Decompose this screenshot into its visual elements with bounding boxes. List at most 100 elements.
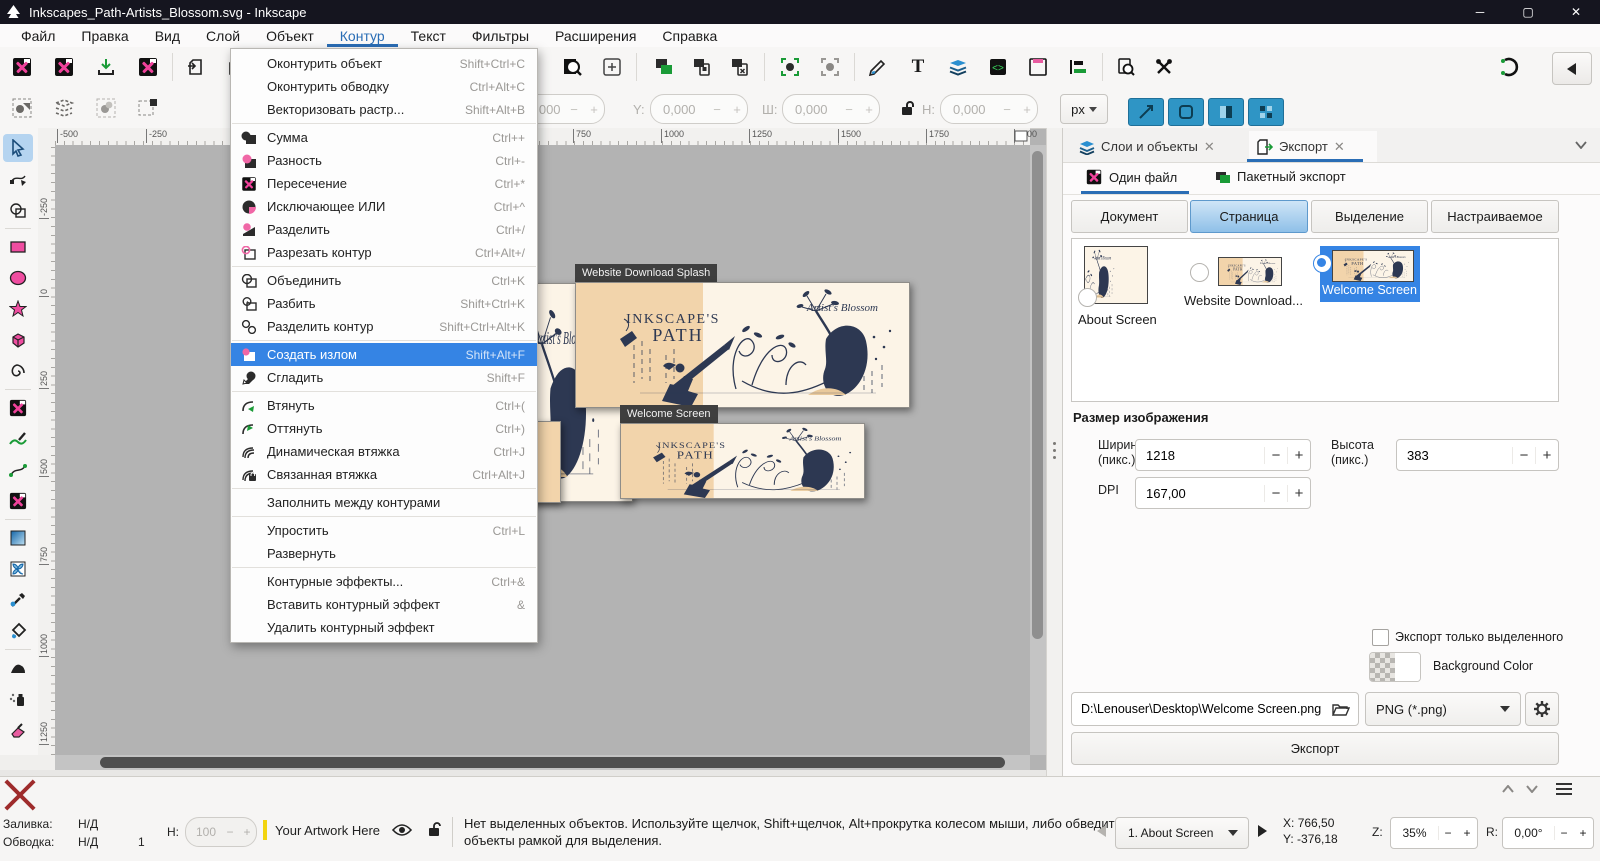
fill-value[interactable]: Н/Д <box>78 817 98 831</box>
menu-text[interactable]: Текст <box>398 24 459 47</box>
unlink-clone-icon[interactable] <box>728 55 752 79</box>
radio-welcome-screen-selected[interactable] <box>1313 254 1332 273</box>
menu-item-trace-bitmap[interactable]: Векторизовать растр...Shift+Alt+B <box>231 98 537 121</box>
y-field[interactable]: −+ <box>650 94 748 124</box>
tab-export[interactable]: Экспорт ✕ <box>1249 131 1377 162</box>
opacity-field[interactable]: 100 − + <box>185 817 257 847</box>
menu-item-union[interactable]: СуммаCtrl++ <box>231 126 537 149</box>
minimize-button[interactable]: ─ <box>1456 0 1504 24</box>
paint-bucket-tool[interactable] <box>3 617 33 645</box>
height-increment[interactable]: + <box>1535 447 1558 464</box>
vertical-scrollbar[interactable] <box>1030 145 1046 755</box>
selection-option-icon-1[interactable] <box>10 96 34 120</box>
ruler-page-icon[interactable] <box>1014 130 1028 142</box>
menu-path[interactable]: Контур <box>327 24 398 47</box>
scale-stroke-toggle[interactable] <box>1128 98 1164 126</box>
menu-item-difference[interactable]: РазностьCtrl+- <box>231 149 537 172</box>
save-document-icon[interactable] <box>94 55 118 79</box>
xml-editor-icon[interactable]: <> <box>986 55 1010 79</box>
export-width-field[interactable]: −+ <box>1135 439 1311 471</box>
gradient-tool[interactable] <box>3 524 33 552</box>
page-welcome-screen[interactable] <box>620 423 865 499</box>
tab-layers-objects[interactable]: Слои и объекты ✕ <box>1071 131 1257 162</box>
export-item-about-screen[interactable]: About Screen <box>1084 246 1148 304</box>
snap-bar-collapse-button[interactable] <box>1552 52 1592 85</box>
current-layer-name[interactable]: Your Artwork Here <box>275 823 380 838</box>
source-page-button[interactable]: Страница <box>1190 200 1308 233</box>
select-all-icon[interactable] <box>778 55 802 79</box>
spiral-tool[interactable] <box>3 357 33 385</box>
zoom-drawing-icon[interactable] <box>560 55 584 79</box>
width-increment[interactable]: + <box>859 102 879 117</box>
page-website-download-splash[interactable] <box>575 282 910 408</box>
palette-scroll-down-icon[interactable] <box>1526 785 1538 793</box>
menu-item-paste-path-effect[interactable]: Вставить контурный эффект& <box>231 593 537 616</box>
source-selection-button[interactable]: Выделение <box>1311 200 1428 233</box>
x-decrement[interactable]: − <box>564 102 584 117</box>
selection-option-icon-4[interactable] <box>136 96 160 120</box>
text-tool[interactable] <box>3 487 33 515</box>
tweak-tool[interactable] <box>3 654 33 682</box>
zoom-decrement[interactable]: − <box>1438 826 1457 840</box>
layer-lock-icon[interactable] <box>428 821 442 837</box>
fill-stroke-dialog-icon[interactable] <box>866 55 890 79</box>
width-field[interactable]: −+ <box>782 94 880 124</box>
layer-nav-dropdown[interactable]: 1. About Screen <box>1115 817 1249 849</box>
menu-item-cut-path[interactable]: Разрезать контурCtrl+Alt+/ <box>231 241 537 264</box>
zoom-field[interactable]: 35% − + <box>1390 817 1478 849</box>
menu-item-reverse[interactable]: Развернуть <box>231 542 537 565</box>
rotation-field[interactable]: 0,00° − + <box>1502 817 1594 849</box>
menu-help[interactable]: Справка <box>649 24 730 47</box>
document-properties-icon[interactable] <box>1026 55 1050 79</box>
preferences-icon[interactable] <box>1152 55 1176 79</box>
unit-dropdown[interactable]: px <box>1060 94 1108 124</box>
export-item-welcome-screen[interactable]: Welcome Screen <box>1320 246 1420 302</box>
palette-menu-icon[interactable] <box>1556 783 1572 795</box>
new-document-icon[interactable] <box>10 55 34 79</box>
menu-item-split-path[interactable]: Разделить контурShift+Ctrl+Alt+K <box>231 315 537 338</box>
menu-item-division[interactable]: РазделитьCtrl+/ <box>231 218 537 241</box>
box-3d-tool[interactable] <box>3 326 33 354</box>
export-settings-button[interactable] <box>1525 692 1559 726</box>
menu-item-outset[interactable]: ОттянутьCtrl+) <box>231 417 537 440</box>
menu-item-exclusion[interactable]: Исключающее ИЛИCtrl+^ <box>231 195 537 218</box>
horizontal-scrollbar[interactable] <box>55 755 1030 770</box>
close-icon[interactable]: ✕ <box>1334 139 1345 155</box>
eraser-tool[interactable] <box>3 716 33 744</box>
menu-item-stroke-to-path[interactable]: Оконтурить обводкуCtrl+Alt+C <box>231 75 537 98</box>
menu-item-combine[interactable]: ОбъединитьCtrl+K <box>231 269 537 292</box>
menu-item-break-apart[interactable]: РазбитьShift+Ctrl+K <box>231 292 537 315</box>
close-icon[interactable]: ✕ <box>1204 139 1215 155</box>
scale-patterns-toggle[interactable] <box>1248 98 1284 126</box>
height-field[interactable]: −+ <box>940 94 1038 124</box>
text-dialog-icon[interactable]: T <box>906 55 930 79</box>
shape-builder-tool[interactable] <box>3 196 33 224</box>
menu-item-path-effects[interactable]: Контурные эффекты...Ctrl+& <box>231 570 537 593</box>
zoom-page-icon[interactable] <box>600 55 624 79</box>
horizontal-scrollbar-thumb[interactable] <box>100 757 1005 768</box>
mode-single-file[interactable]: Один файл <box>1085 168 1177 186</box>
menu-object[interactable]: Объект <box>253 24 327 47</box>
opacity-decrement[interactable]: − <box>222 825 238 839</box>
menu-extensions[interactable]: Расширения <box>542 24 649 47</box>
deselect-icon[interactable] <box>818 55 842 79</box>
export-dpi-field[interactable]: −+ <box>1135 477 1311 509</box>
radio-website-download[interactable] <box>1190 263 1209 282</box>
dpi-increment[interactable]: + <box>1287 485 1310 502</box>
opacity-increment[interactable]: + <box>238 825 256 839</box>
menu-item-object-to-path[interactable]: Оконтурить объектShift+Ctrl+C <box>231 52 537 75</box>
layer-visibility-eye-icon[interactable] <box>392 823 412 837</box>
menu-file[interactable]: Файл <box>8 24 68 47</box>
chevron-down-icon[interactable] <box>1575 141 1587 149</box>
palette-scroll-up-icon[interactable] <box>1502 785 1514 793</box>
mesh-gradient-tool[interactable] <box>3 555 33 583</box>
folder-open-icon[interactable] <box>1332 702 1350 717</box>
source-document-button[interactable]: Документ <box>1071 200 1188 233</box>
open-document-icon[interactable] <box>52 55 76 79</box>
import-icon[interactable] <box>184 55 208 79</box>
source-custom-button[interactable]: Настраиваемое <box>1431 200 1559 233</box>
mode-batch-export[interactable]: Пакетный экспорт <box>1215 168 1346 184</box>
pen-tool[interactable] <box>3 456 33 484</box>
menu-edit[interactable]: Правка <box>68 24 141 47</box>
menu-item-intersection[interactable]: ПересечениеCtrl+* <box>231 172 537 195</box>
